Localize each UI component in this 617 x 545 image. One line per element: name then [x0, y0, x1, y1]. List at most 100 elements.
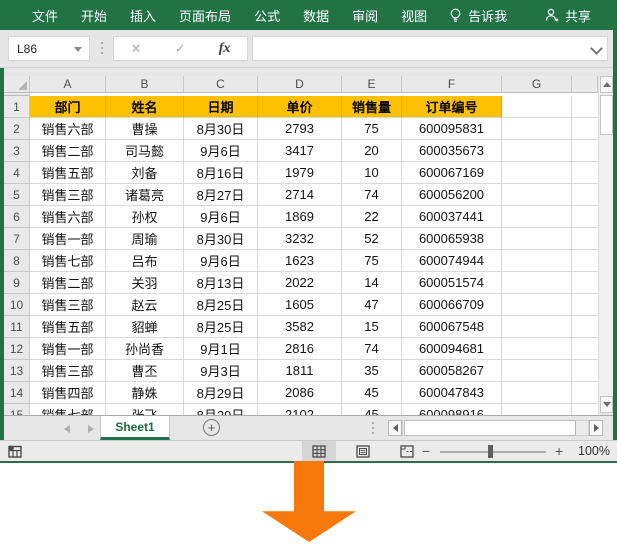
- new-sheet-button[interactable]: +: [203, 419, 220, 436]
- cell-order[interactable]: 600098916: [402, 404, 502, 415]
- header-cell-单价[interactable]: 单价: [258, 96, 342, 118]
- cell-date[interactable]: 8月29日: [184, 382, 258, 404]
- column-header-G[interactable]: G: [502, 76, 572, 93]
- cell-date[interactable]: 8月29日: [184, 404, 258, 415]
- name-box-dropdown-icon[interactable]: [74, 47, 82, 52]
- row-header-8[interactable]: 8: [4, 250, 30, 272]
- cell-qty[interactable]: 45: [342, 382, 402, 404]
- cell-name[interactable]: 诸葛亮: [106, 184, 184, 206]
- cell-dept[interactable]: 销售七部: [30, 404, 106, 415]
- cell-date[interactable]: 9月6日: [184, 250, 258, 272]
- row-header-11[interactable]: 11: [4, 316, 30, 338]
- cell-qty[interactable]: 45: [342, 404, 402, 415]
- cell-empty[interactable]: [502, 316, 572, 338]
- cell-dept[interactable]: 销售四部: [30, 382, 106, 404]
- column-header-A[interactable]: A: [30, 76, 106, 93]
- cell-date[interactable]: 8月25日: [184, 316, 258, 338]
- cell-dept[interactable]: 销售二部: [30, 272, 106, 294]
- cell-name[interactable]: 刘备: [106, 162, 184, 184]
- row-header-10[interactable]: 10: [4, 294, 30, 316]
- ribbon-tab-数据[interactable]: 数据: [303, 6, 329, 25]
- cell-name[interactable]: 孙权: [106, 206, 184, 228]
- cell-order[interactable]: 600035673: [402, 140, 502, 162]
- horizontal-scrollbar-thumb[interactable]: [404, 420, 576, 436]
- cell-empty[interactable]: [572, 96, 598, 118]
- header-cell-日期[interactable]: 日期: [184, 96, 258, 118]
- row-header-9[interactable]: 9: [4, 272, 30, 294]
- ribbon-tab-公式[interactable]: 公式: [254, 6, 280, 25]
- cell-dept[interactable]: 销售五部: [30, 162, 106, 184]
- cell-empty[interactable]: [502, 382, 572, 404]
- cell-price[interactable]: 2816: [258, 338, 342, 360]
- cell-empty[interactable]: [572, 294, 598, 316]
- enter-icon[interactable]: ✓: [175, 41, 186, 57]
- cell-date[interactable]: 8月13日: [184, 272, 258, 294]
- header-cell-部门[interactable]: 部门: [30, 96, 106, 118]
- cell-dept[interactable]: 销售三部: [30, 360, 106, 382]
- cell-name[interactable]: 貂蝉: [106, 316, 184, 338]
- cell-empty[interactable]: [572, 316, 598, 338]
- cell-price[interactable]: 1623: [258, 250, 342, 272]
- cell-date[interactable]: 8月27日: [184, 184, 258, 206]
- cell-empty[interactable]: [502, 206, 572, 228]
- sheet-tab-sheet1[interactable]: Sheet1: [100, 416, 170, 440]
- cell-order[interactable]: 600065938: [402, 228, 502, 250]
- cell-name[interactable]: 曹操: [106, 118, 184, 140]
- vertical-scrollbar-thumb[interactable]: [600, 95, 613, 135]
- zoom-out-button[interactable]: −: [422, 443, 430, 459]
- cell-empty[interactable]: [502, 250, 572, 272]
- cell-empty[interactable]: [502, 96, 572, 118]
- insert-function-icon[interactable]: fx: [219, 41, 231, 57]
- cell-qty[interactable]: 10: [342, 162, 402, 184]
- cell-dept[interactable]: 销售三部: [30, 294, 106, 316]
- ribbon-tab-文件[interactable]: 文件: [32, 6, 58, 25]
- cell-date[interactable]: 8月30日: [184, 118, 258, 140]
- formula-input[interactable]: [252, 36, 608, 61]
- column-header-partial[interactable]: [572, 76, 598, 93]
- column-header-D[interactable]: D: [258, 76, 342, 93]
- formula-bar-expand-icon[interactable]: [590, 42, 603, 55]
- cell-date[interactable]: 9月6日: [184, 140, 258, 162]
- cell-empty[interactable]: [572, 140, 598, 162]
- cell-order[interactable]: 600094681: [402, 338, 502, 360]
- page-break-preview-button[interactable]: [390, 441, 424, 461]
- ribbon-tab-审阅[interactable]: 审阅: [352, 6, 378, 25]
- cell-empty[interactable]: [502, 228, 572, 250]
- cell-empty[interactable]: [502, 294, 572, 316]
- row-header-6[interactable]: 6: [4, 206, 30, 228]
- cell-empty[interactable]: [572, 206, 598, 228]
- cell-order[interactable]: 600074944: [402, 250, 502, 272]
- cell-empty[interactable]: [502, 360, 572, 382]
- cell-name[interactable]: 吕布: [106, 250, 184, 272]
- ribbon-tab-视图[interactable]: 视图: [401, 6, 427, 25]
- cell-price[interactable]: 3417: [258, 140, 342, 162]
- normal-view-button[interactable]: [302, 441, 336, 461]
- cell-qty[interactable]: 14: [342, 272, 402, 294]
- row-header-13[interactable]: 13: [4, 360, 30, 382]
- cell-qty[interactable]: 52: [342, 228, 402, 250]
- cell-dept[interactable]: 销售二部: [30, 140, 106, 162]
- cell-qty[interactable]: 15: [342, 316, 402, 338]
- cell-empty[interactable]: [502, 272, 572, 294]
- ribbon-tab-页面布局[interactable]: 页面布局: [179, 6, 231, 25]
- cell-date[interactable]: 8月25日: [184, 294, 258, 316]
- cell-price[interactable]: 2022: [258, 272, 342, 294]
- cell-empty[interactable]: [502, 184, 572, 206]
- tell-me[interactable]: 告诉我: [449, 6, 507, 25]
- cell-qty[interactable]: 47: [342, 294, 402, 316]
- cell-empty[interactable]: [572, 184, 598, 206]
- cell-dept[interactable]: 销售七部: [30, 250, 106, 272]
- cell-dept[interactable]: 销售三部: [30, 184, 106, 206]
- zoom-in-button[interactable]: +: [555, 443, 563, 459]
- row-header-2[interactable]: 2: [4, 118, 30, 140]
- row-header-14[interactable]: 14: [4, 382, 30, 404]
- cell-date[interactable]: 8月30日: [184, 228, 258, 250]
- cell-qty[interactable]: 74: [342, 338, 402, 360]
- cell-qty[interactable]: 75: [342, 118, 402, 140]
- cell-dept[interactable]: 销售六部: [30, 206, 106, 228]
- header-cell-销售量[interactable]: 销售量: [342, 96, 402, 118]
- row-header-1[interactable]: 1: [4, 96, 30, 118]
- scroll-up-button[interactable]: [600, 76, 613, 93]
- cell-empty[interactable]: [572, 250, 598, 272]
- cell-dept[interactable]: 销售六部: [30, 118, 106, 140]
